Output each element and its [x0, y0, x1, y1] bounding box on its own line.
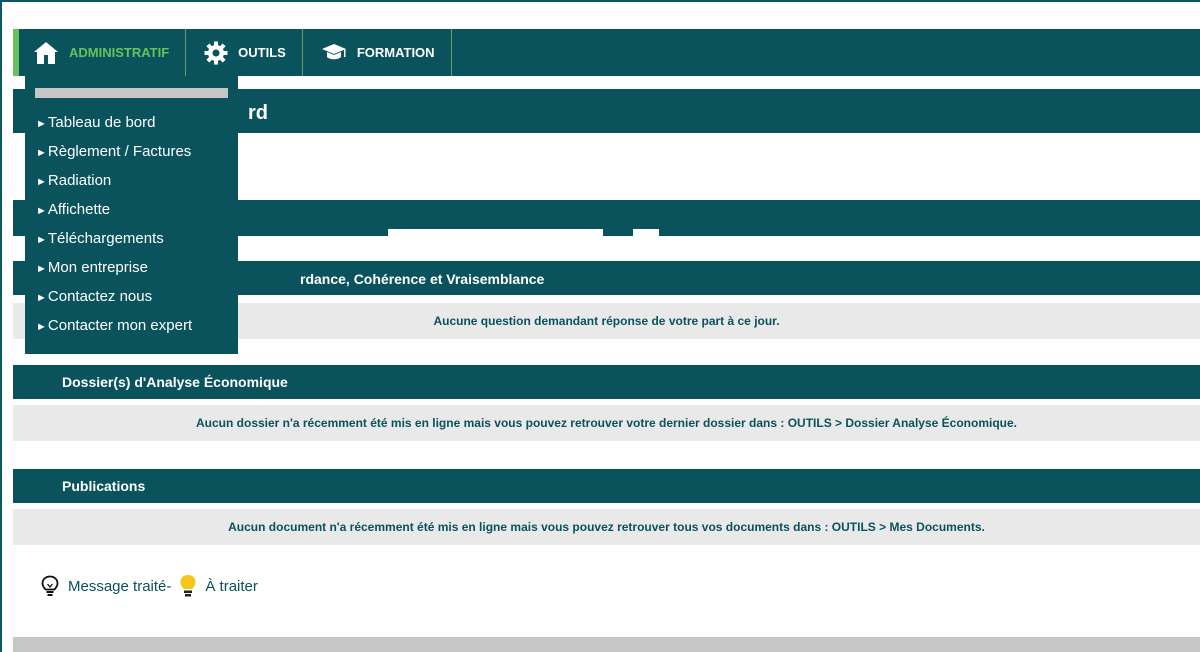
arrow-right-icon: ► [36, 321, 47, 333]
nav-item-formation[interactable]: FORMATION [303, 29, 452, 76]
concordance-message: Aucune question demandant réponse de vot… [433, 314, 780, 328]
arrow-right-icon: ► [36, 147, 47, 159]
arrow-right-icon: ► [36, 234, 47, 246]
dropdown-divider [35, 88, 228, 98]
top-nav: ADMINISTRATIF OUTILS FORMATION [13, 29, 1200, 76]
menu-item-tableau-de-bord[interactable]: ►Tableau de bord [36, 108, 238, 137]
legend-todo-label: À traiter [205, 577, 258, 595]
graduation-cap-icon [321, 43, 346, 59]
menu-item-radiation[interactable]: ►Radiation [36, 166, 238, 195]
menu-item-contactez-nous[interactable]: ►Contactez nous [36, 282, 238, 311]
arrow-right-icon: ► [36, 263, 47, 275]
menu-item-label: Contactez nous [47, 288, 153, 305]
analyse-title: Dossier(s) d'Analyse Économique [62, 374, 288, 390]
arrow-right-icon: ► [36, 118, 47, 130]
arrow-right-icon: ► [36, 176, 47, 188]
publications-message: Aucun document n'a récemment été mis en … [228, 520, 985, 534]
menu-item-mon-entreprise[interactable]: ►Mon entreprise [36, 253, 238, 282]
publications-message-row: Aucun document n'a récemment été mis en … [13, 509, 1200, 545]
menu-item-telechargements[interactable]: ►Téléchargements [36, 224, 238, 253]
nav-item-label: OUTILS [238, 45, 286, 60]
concordance-title: rdance, Cohérence et Vraisemblance [300, 271, 545, 287]
publications-title: Publications [62, 478, 146, 494]
arrow-right-icon: ► [36, 205, 47, 217]
menu-item-label: Règlement / Factures [47, 143, 192, 160]
analyse-header: Dossier(s) d'Analyse Économique [13, 365, 1200, 399]
footer-bar [13, 637, 1200, 652]
menu-item-contacter-mon-expert[interactable]: ►Contacter mon expert [36, 311, 238, 340]
redacted-strip [633, 229, 659, 239]
legend: Message traité- À traiter [40, 574, 258, 598]
menu-item-label: Radiation [47, 172, 112, 189]
lightbulb-on-icon [180, 575, 196, 597]
menu-item-label: Mon entreprise [47, 259, 148, 276]
gear-icon [204, 41, 228, 64]
administratif-dropdown-menu: ►Tableau de bord ►Règlement / Factures ►… [25, 76, 238, 354]
menu-item-label: Tableau de bord [47, 114, 156, 131]
analyse-message: Aucun dossier n'a récemment été mis en l… [196, 416, 1017, 430]
nav-item-label: ADMINISTRATIF [69, 45, 170, 60]
page-title: rd [248, 102, 268, 124]
legend-done-label: Message traité- [68, 577, 172, 595]
menu-item-label: Affichette [47, 201, 111, 218]
lightbulb-outline-icon [41, 575, 59, 596]
menu-item-label: Téléchargements [47, 230, 164, 247]
publications-header: Publications [13, 469, 1200, 503]
dropdown-list: ►Tableau de bord ►Règlement / Factures ►… [25, 108, 238, 340]
arrow-right-icon: ► [36, 292, 47, 304]
home-icon [34, 41, 58, 64]
analyse-message-row: Aucun dossier n'a récemment été mis en l… [13, 405, 1200, 441]
menu-item-affichette[interactable]: ►Affichette [36, 195, 238, 224]
nav-item-label: FORMATION [356, 45, 435, 60]
redacted-strip [388, 229, 603, 239]
menu-item-label: Contacter mon expert [47, 317, 193, 334]
nav-item-outils[interactable]: OUTILS [186, 29, 303, 76]
nav-item-administratif[interactable]: ADMINISTRATIF [13, 29, 187, 76]
menu-item-reglement-factures[interactable]: ►Règlement / Factures [36, 137, 238, 166]
